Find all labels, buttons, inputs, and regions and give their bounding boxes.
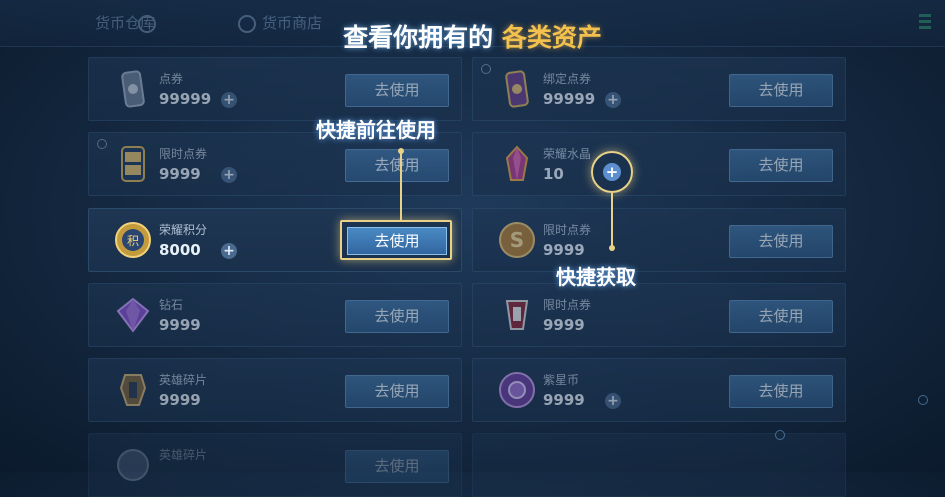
asset-card-hero-fragment: 英雄碎片 9999 去使用 bbox=[88, 358, 462, 422]
headline-main: 查看你拥有的 bbox=[343, 23, 494, 52]
asset-quantity: 9999 bbox=[543, 391, 585, 409]
add-purple-star-coin-button[interactable]: + bbox=[605, 393, 621, 409]
decor-dot bbox=[775, 430, 785, 440]
asset-name: 绑定点券 bbox=[543, 72, 592, 86]
page-headline: 查看你拥有的 各类资产 bbox=[0, 18, 945, 54]
asset-card-honor-crystal: 荣耀水晶 10 去使用 bbox=[472, 132, 846, 196]
asset-card-diamond: 钻石 9999 去使用 bbox=[88, 283, 462, 347]
bound-voucher-icon bbox=[505, 70, 529, 108]
asset-name: 荣耀水晶 bbox=[543, 147, 592, 161]
asset-name: 紫星币 bbox=[543, 373, 580, 387]
use-button[interactable]: 去使用 bbox=[729, 149, 833, 182]
asset-card-timed-coupon-gold: S 限时点券 9999 去使用 bbox=[472, 208, 846, 272]
callout-line bbox=[400, 152, 402, 220]
asset-name: 英雄碎片 bbox=[159, 373, 208, 387]
asset-quantity: 8000 bbox=[159, 241, 201, 259]
hero-fragment-icon bbox=[119, 374, 147, 406]
asset-card-hero-fragment-2: 英雄碎片 去使用 bbox=[88, 433, 462, 497]
asset-quantity: 9999 bbox=[159, 391, 201, 409]
asset-card-empty bbox=[472, 433, 846, 497]
asset-name: 钻石 bbox=[159, 298, 184, 312]
asset-name: 限时点券 bbox=[159, 147, 208, 161]
use-button[interactable]: 去使用 bbox=[345, 300, 449, 333]
callout-line bbox=[611, 193, 613, 246]
asset-quantity: 10 bbox=[543, 165, 564, 183]
purple-star-coin-icon bbox=[499, 372, 535, 408]
honor-points-icon: 积 bbox=[115, 222, 151, 258]
asset-card-bound-voucher: 绑定点券 99999 + 去使用 bbox=[472, 57, 846, 121]
use-button[interactable]: 去使用 bbox=[345, 375, 449, 408]
callout-quick-go: 快捷前往使用 bbox=[316, 118, 436, 142]
asset-card-voucher: 点券 99999 + 去使用 bbox=[88, 57, 462, 121]
add-honor-crystal-button[interactable]: + bbox=[603, 163, 621, 181]
svg-text:积: 积 bbox=[127, 234, 139, 248]
asset-quantity: 99999 bbox=[159, 90, 212, 108]
use-button[interactable]: 去使用 bbox=[729, 225, 833, 258]
use-button[interactable]: 去使用 bbox=[345, 149, 449, 182]
timed-coupon-gold-icon: S bbox=[499, 222, 535, 258]
timed-coupon-red-icon bbox=[505, 300, 529, 330]
asset-quantity: 9999 bbox=[159, 316, 201, 334]
callout-dot bbox=[609, 245, 615, 251]
asset-name: 英雄碎片 bbox=[159, 448, 208, 462]
add-honor-points-button[interactable]: + bbox=[221, 243, 237, 259]
info-icon bbox=[97, 139, 107, 149]
decor-dot bbox=[918, 395, 928, 405]
info-icon bbox=[481, 64, 491, 74]
asset-card-purple-star-coin: 紫星币 9999 + 去使用 bbox=[472, 358, 846, 422]
asset-quantity: 9999 bbox=[543, 241, 585, 259]
use-button[interactable]: 去使用 bbox=[729, 74, 833, 107]
use-button[interactable]: 去使用 bbox=[345, 74, 449, 107]
headline-accent: 各类资产 bbox=[501, 23, 602, 52]
add-voucher-button[interactable]: + bbox=[221, 92, 237, 108]
timed-voucher-icon bbox=[121, 146, 145, 182]
svg-text:S: S bbox=[510, 228, 524, 252]
asset-name: 点券 bbox=[159, 72, 184, 86]
asset-name: 限时点券 bbox=[543, 223, 592, 237]
hero-fragment-icon bbox=[117, 449, 149, 481]
callout-quick-get: 快捷获取 bbox=[556, 265, 636, 289]
asset-quantity: 99999 bbox=[543, 90, 596, 108]
highlighted-use-button[interactable]: 去使用 bbox=[340, 220, 452, 260]
use-button[interactable]: 去使用 bbox=[729, 375, 833, 408]
asset-quantity: 9999 bbox=[543, 316, 585, 334]
voucher-icon bbox=[121, 70, 145, 108]
use-button[interactable]: 去使用 bbox=[345, 450, 449, 483]
asset-card-timed-coupon-red: 限时点券 9999 去使用 bbox=[472, 283, 846, 347]
asset-name: 荣耀积分 bbox=[159, 223, 208, 237]
highlighted-add-ring[interactable]: + bbox=[591, 151, 633, 193]
honor-crystal-icon bbox=[505, 145, 529, 181]
diamond-icon bbox=[116, 297, 150, 333]
use-button[interactable]: 去使用 bbox=[347, 227, 447, 255]
add-bound-voucher-button[interactable]: + bbox=[605, 92, 621, 108]
asset-quantity: 9999 bbox=[159, 165, 201, 183]
add-timed-voucher-button[interactable]: + bbox=[221, 167, 237, 183]
use-button[interactable]: 去使用 bbox=[729, 300, 833, 333]
asset-name: 限时点券 bbox=[543, 298, 592, 312]
